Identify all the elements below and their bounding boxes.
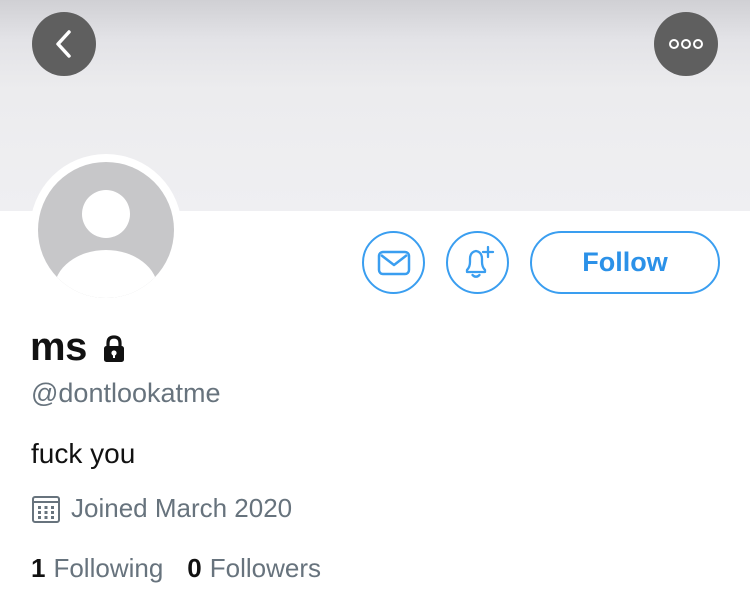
profile-handle: @dontlookatme	[31, 378, 221, 408]
calendar-icon	[32, 495, 60, 523]
notifications-button[interactable]	[446, 231, 509, 294]
avatar[interactable]	[38, 162, 174, 298]
profile-name-row: ms	[30, 322, 129, 372]
follow-stats: 1 Following 0 Followers	[31, 553, 321, 584]
followers-count: 0	[187, 553, 202, 583]
followers-label: Followers	[209, 553, 322, 583]
more-dots-icon	[669, 39, 703, 49]
following-count: 1	[31, 553, 46, 583]
joined-date-row: Joined March 2020	[31, 493, 292, 524]
following-link[interactable]: 1 Following	[31, 553, 163, 584]
default-avatar-icon	[54, 190, 158, 298]
back-button[interactable]	[32, 12, 96, 76]
display-name: ms	[30, 324, 87, 369]
profile-bio: fuck you	[31, 438, 136, 469]
envelope-icon	[377, 250, 410, 275]
lock-icon	[99, 334, 129, 364]
follow-button[interactable]: Follow	[530, 231, 720, 294]
following-label: Following	[53, 553, 164, 583]
message-button[interactable]	[362, 231, 425, 294]
joined-date: Joined March 2020	[71, 493, 293, 523]
more-options-button[interactable]	[654, 12, 718, 76]
avatar-frame	[30, 154, 182, 306]
bell-plus-icon	[465, 245, 494, 278]
chevron-left-icon	[56, 30, 71, 58]
followers-link[interactable]: 0 Followers	[187, 553, 321, 584]
